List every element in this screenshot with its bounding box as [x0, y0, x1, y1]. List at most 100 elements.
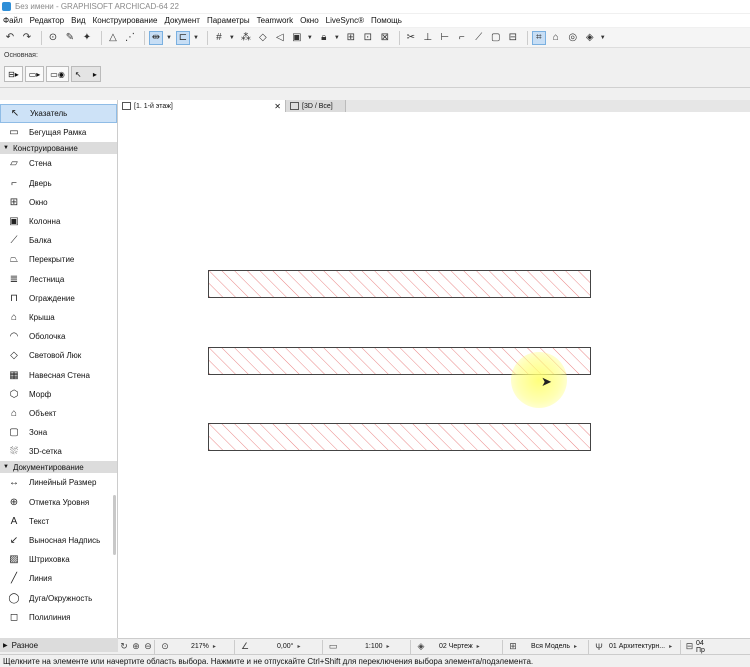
- tab-3d[interactable]: [3D / Все]: [286, 100, 346, 112]
- 3d-view-icon[interactable]: ⌂: [549, 31, 563, 45]
- drawing-canvas[interactable]: ➤: [118, 112, 750, 638]
- menu-document[interactable]: Документ: [164, 16, 200, 25]
- tool-label[interactable]: ↙ Выносная Надпись: [0, 531, 117, 550]
- chevron-down-icon[interactable]: ▼: [193, 35, 199, 41]
- tool-skylight[interactable]: ◇ Световой Люк: [0, 346, 117, 365]
- layer-combination-field[interactable]: ◈ 02 Чертеж ▸: [410, 639, 502, 654]
- chevron-down-icon[interactable]: ▼: [600, 35, 606, 41]
- tab-floor-plan[interactable]: [1. 1-й этаж] ✕: [118, 100, 286, 112]
- menu-file[interactable]: Файл: [3, 16, 23, 25]
- adjust-icon[interactable]: ⊢: [438, 31, 452, 45]
- menu-design[interactable]: Конструирование: [93, 16, 158, 25]
- renovation-filter-field[interactable]: ⊟ 04 Пр: [680, 639, 714, 654]
- menu-options[interactable]: Параметры: [207, 16, 250, 25]
- tool-marquee[interactable]: ▭ Бегущая Рамка: [0, 123, 117, 142]
- menu-livesync[interactable]: LiveSync®: [326, 16, 364, 25]
- align-icon[interactable]: ⊞: [344, 31, 358, 45]
- rotate-view-icon[interactable]: ↻: [118, 641, 130, 652]
- zoom-out-icon[interactable]: ⊖: [142, 641, 154, 652]
- tool-dimension[interactable]: ↔ Линейный Размер: [0, 473, 117, 492]
- measure-icon[interactable]: △: [106, 31, 120, 45]
- grid-snap-icon[interactable]: #: [212, 31, 226, 45]
- pick-up-parameters-icon[interactable]: ⊙: [46, 31, 60, 45]
- pointer-tool-button[interactable]: ↖ ▸: [70, 66, 101, 82]
- guide-line-icon[interactable]: ⋰: [123, 31, 137, 45]
- toolbox-scrollbar[interactable]: [113, 495, 116, 555]
- chevron-down-icon[interactable]: ▼: [307, 35, 313, 41]
- tool-shell[interactable]: ◠ Оболочка: [0, 327, 117, 346]
- model-view-field[interactable]: ⊞ Вся Модель ▸: [502, 639, 588, 654]
- arrow-pointer-icon: ↖: [74, 69, 82, 79]
- resize-icon[interactable]: ⊟: [506, 31, 520, 45]
- selection-area-button[interactable]: ▭▸: [24, 66, 45, 82]
- chevron-down-icon[interactable]: ▼: [229, 35, 235, 41]
- menu-teamwork[interactable]: Teamwork: [257, 16, 293, 25]
- snap-guides-icon[interactable]: ⇹: [149, 30, 163, 45]
- group-icon[interactable]: ◇: [256, 31, 270, 45]
- arrow-pointer-icon: ↖: [10, 108, 20, 120]
- zoom-in-icon[interactable]: ⊕: [130, 641, 142, 652]
- menu-window[interactable]: Окно: [300, 16, 319, 25]
- tool-morph[interactable]: ⬡ Морф: [0, 385, 117, 404]
- orientation-field[interactable]: ∠ 0,00° ▸: [234, 639, 322, 654]
- tool-arc[interactable]: ◯ Дуга/Окружность: [0, 589, 117, 608]
- intersect-icon[interactable]: ⊥: [421, 31, 435, 45]
- tool-arrow-pointer[interactable]: ↖ Указатель: [0, 104, 117, 124]
- gravity-icon[interactable]: ⊏: [175, 30, 190, 45]
- zoom-field[interactable]: ⊙ 217% ▸: [154, 639, 234, 654]
- suspend-groups-icon[interactable]: ⁂: [239, 31, 253, 45]
- tool-curtain-wall[interactable]: ▦ Навесная Стена: [0, 365, 117, 384]
- distribute-icon[interactable]: ⊡: [361, 31, 375, 45]
- tool-door[interactable]: ⌐ Дверь: [0, 174, 117, 193]
- ungroup-icon[interactable]: ◁: [273, 31, 287, 45]
- redo-icon[interactable]: ↷: [20, 31, 34, 45]
- menu-help[interactable]: Помощь: [371, 16, 402, 25]
- tool-beam[interactable]: ⟋ Балка: [0, 231, 117, 250]
- tool-fill[interactable]: ▨ Штриховка: [0, 550, 117, 569]
- fillet-icon[interactable]: ⌐: [455, 31, 469, 45]
- tool-label: Зона: [29, 428, 48, 438]
- wall-element[interactable]: [208, 270, 591, 298]
- undo-icon[interactable]: ↶: [3, 31, 17, 45]
- split-icon[interactable]: ⟋: [472, 31, 486, 45]
- lock-icon[interactable]: 🔒︎: [317, 31, 331, 45]
- tool-column[interactable]: ▣ Колонна: [0, 212, 117, 231]
- display-order-icon[interactable]: ▣: [290, 31, 304, 45]
- menu-view[interactable]: Вид: [71, 16, 85, 25]
- tool-wall[interactable]: ▱ Стена: [0, 154, 117, 173]
- tool-mesh[interactable]: ⛆ 3D-сетка: [0, 442, 117, 461]
- quick-selection-button[interactable]: ⊟▸: [4, 66, 23, 82]
- trace-reference-icon[interactable]: ⌗: [531, 30, 546, 45]
- rotate-selection-button[interactable]: ▭◉: [46, 66, 69, 82]
- chevron-down-icon[interactable]: ▼: [166, 35, 172, 41]
- tool-object[interactable]: ⌂ Объект: [0, 404, 117, 423]
- tool-slab[interactable]: ⏢ Перекрытие: [0, 250, 117, 269]
- tool-group-header[interactable]: ▼ Документирование: [0, 461, 117, 474]
- line-icon: ╱: [10, 573, 18, 585]
- explode-icon[interactable]: ▢: [489, 31, 503, 45]
- tool-group-header[interactable]: ▼ Конструирование: [0, 142, 117, 155]
- close-icon[interactable]: ✕: [274, 102, 281, 111]
- tool-text[interactable]: A Текст: [0, 512, 117, 531]
- tool-line[interactable]: ╱ Линия: [0, 569, 117, 588]
- chevron-down-icon[interactable]: ▼: [334, 35, 340, 41]
- zone-icon: ▢: [9, 427, 19, 439]
- scale-field[interactable]: ▭ 1:100 ▸: [322, 639, 410, 654]
- elevate-icon[interactable]: ⊠: [378, 31, 392, 45]
- menu-edit[interactable]: Редактор: [30, 16, 64, 25]
- tool-railing[interactable]: ⊓ Ограждение: [0, 289, 117, 308]
- tool-roof[interactable]: ⌂ Крыша: [0, 308, 117, 327]
- 3d-navigation-icon[interactable]: ◈: [583, 31, 597, 45]
- pen-set-field[interactable]: Ψ 01 Архитектурн... ▸: [588, 639, 680, 654]
- 3d-window-icon[interactable]: ◎: [566, 31, 580, 45]
- wall-element[interactable]: [208, 423, 591, 451]
- tool-stair[interactable]: ≣ Лестница: [0, 270, 117, 289]
- inject-parameters-icon[interactable]: ✎: [63, 31, 77, 45]
- tool-level-dimension[interactable]: ⊕ Отметка Уровня: [0, 493, 117, 512]
- magic-wand-icon[interactable]: ✦: [80, 31, 94, 45]
- tool-window[interactable]: ⊞ Окно: [0, 193, 117, 212]
- tool-group-misc[interactable]: ▶ Разное: [0, 638, 118, 652]
- tool-polyline[interactable]: ◻ Полилиния: [0, 608, 117, 627]
- tool-zone[interactable]: ▢ Зона: [0, 423, 117, 442]
- trim-icon[interactable]: ✂: [404, 31, 418, 45]
